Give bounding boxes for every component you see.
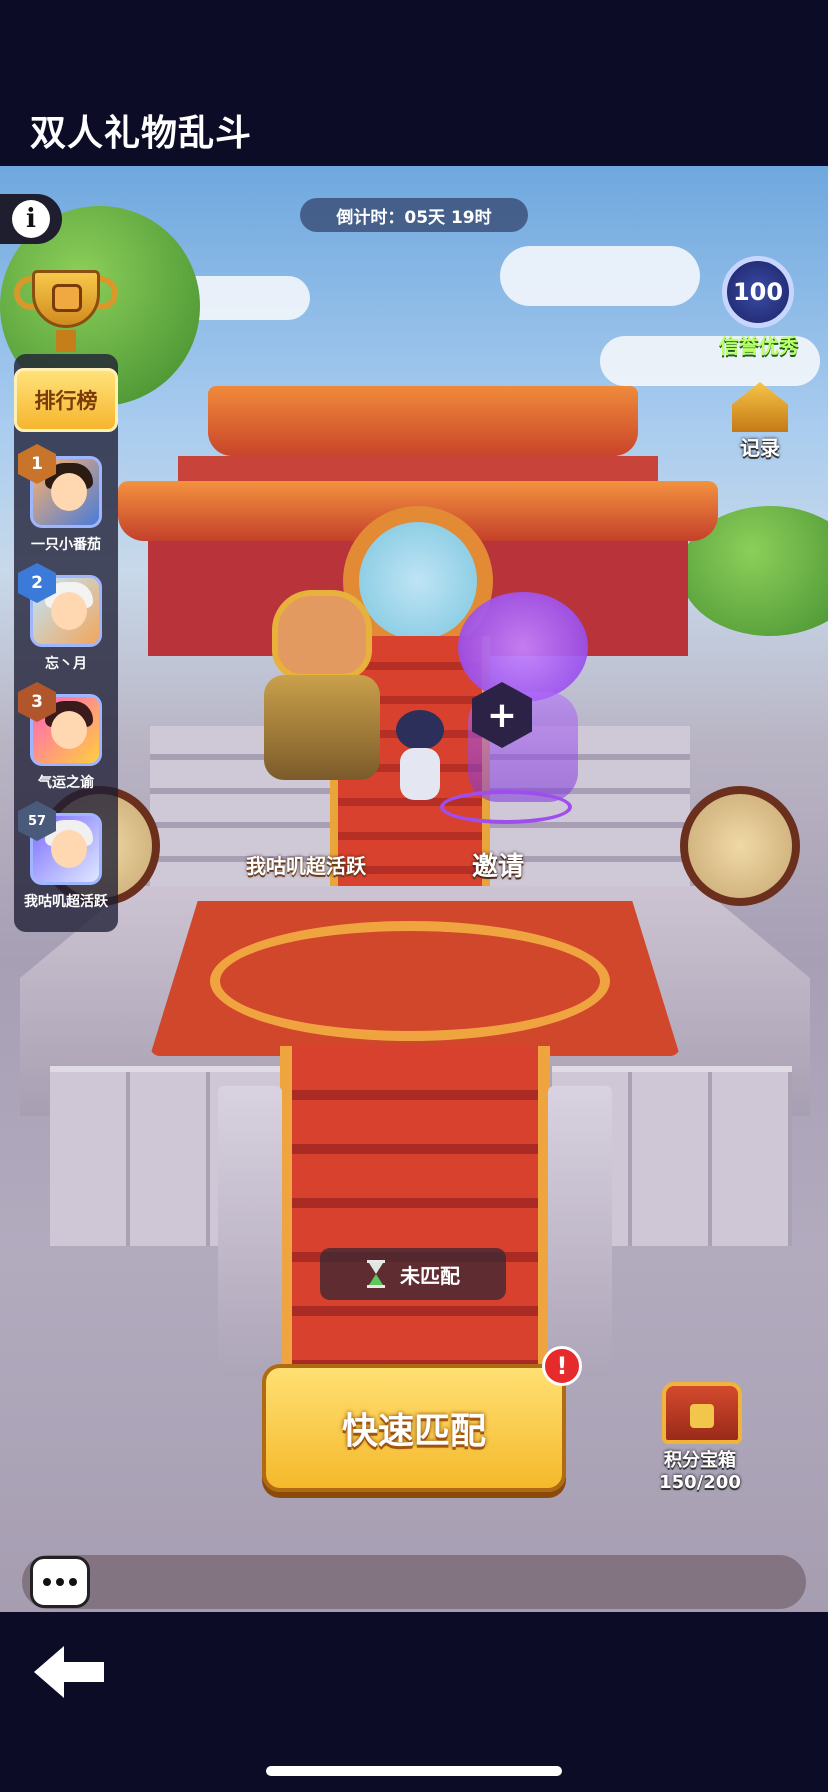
stair-rail-left [218,1086,282,1376]
chat-icon[interactable] [30,1556,90,1608]
drum-right [680,786,800,906]
event-countdown: 倒计时：05天 19时 [300,198,528,232]
home-indicator[interactable] [266,1766,562,1776]
leaderboard-entry-name: 忘丶月 [45,656,87,672]
quick-match-button[interactable]: 快速匹配 [262,1364,566,1492]
teammate-spawn-ring [440,790,572,824]
info-icon: i [12,200,50,238]
temple-building [118,316,718,656]
plus-icon: + [486,694,518,736]
chest-progress: 150/200 [659,1472,741,1493]
player-character[interactable] [232,560,412,790]
match-status-text: 未匹配 [400,1263,460,1288]
page-title: 双人礼物乱斗 [30,113,253,154]
alert-badge-icon: ! [542,1346,582,1386]
player-name-label: 我咕叽超活跃 [246,854,366,878]
back-arrow-icon[interactable] [30,1640,110,1704]
character-head [272,590,372,680]
leaderboard-entry-name: 气运之谕 [38,775,94,791]
silhouette-head [458,592,588,702]
top-bar: 双人礼物乱斗 [0,0,828,166]
trophy-icon[interactable] [14,270,118,362]
info-button[interactable]: i [0,194,62,244]
stair-rail-right [548,1086,612,1376]
hourglass-icon [367,1260,385,1288]
bottom-bar [0,1612,828,1792]
leaderboard-entry-name: 我咕叽超活跃 [24,894,108,910]
stage-ring [210,921,610,1041]
temple-roof [208,386,638,456]
leaderboard-tab[interactable]: 排行榜 [14,368,118,432]
record-icon [732,382,788,432]
leaderboard-entry-self[interactable]: 57 我咕叽超活跃 [14,801,118,917]
leaderboard-entry-name: 一只小番茄 [31,537,101,553]
chest-lock [690,1404,714,1428]
record-label: 记录 [740,436,780,460]
credit-label: 信誉优秀 [719,334,799,358]
points-chest-button[interactable]: 积分宝箱 150/200 [652,1382,748,1493]
match-status: 未匹配 [320,1248,506,1300]
leaderboard-entry-1[interactable]: 1 一只小番茄 [14,444,118,560]
pet-head [396,710,444,750]
credit-badge-icon: 100 [722,256,794,328]
trophy-stem [56,330,76,352]
chat-bar[interactable] [22,1555,806,1609]
chest-label: 积分宝箱 [664,1450,736,1471]
leaderboard-entry-3[interactable]: 3 气运之谕 [14,682,118,798]
record-button[interactable]: 记录 [722,382,798,462]
character-armor [264,675,380,780]
pet-body [400,748,440,800]
credit-score-button[interactable]: 100 信誉优秀 [700,256,818,358]
gift-icon [52,284,82,312]
helmet-wing-left [232,560,272,650]
leaderboard-entry-2[interactable]: 2 忘丶月 [14,563,118,679]
invite-label[interactable]: 邀请 [472,846,524,883]
helmet-wing-right [372,560,412,650]
cloud [500,246,700,306]
